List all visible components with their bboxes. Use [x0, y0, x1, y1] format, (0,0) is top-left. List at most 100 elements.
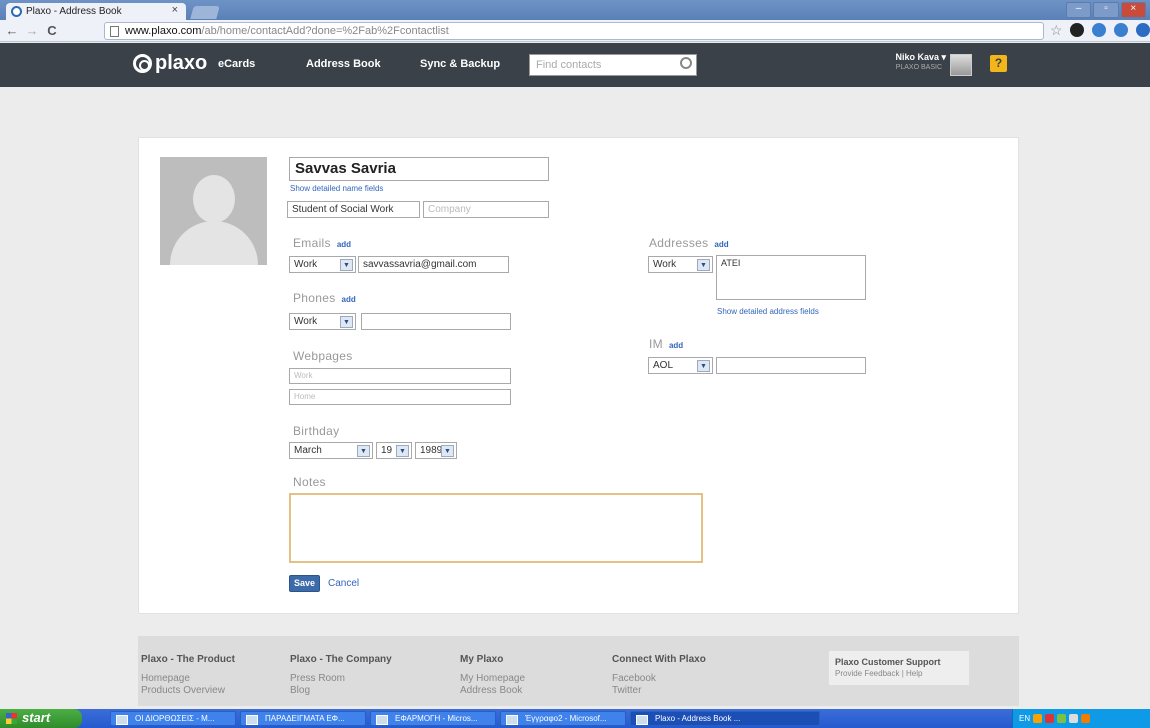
phone-field[interactable] [361, 313, 511, 330]
url-host: www.plaxo.com [125, 25, 202, 37]
url-bar[interactable]: www.plaxo.com/ab/home/contactAdd?done=%2… [104, 22, 1044, 40]
bookmark-star-icon[interactable]: ☆ [1050, 22, 1063, 39]
webpages-label: Webpages [293, 349, 353, 363]
help-icon[interactable]: ? [990, 55, 1007, 72]
company-field[interactable]: Company [423, 201, 549, 218]
email-field[interactable]: savvassavria@gmail.com [358, 256, 509, 273]
contact-edit-card: Savvas Savria Show detailed name fields … [138, 137, 1019, 614]
tab-close-icon[interactable]: × [172, 4, 178, 16]
chevron-down-icon: ▼ [396, 445, 409, 457]
webpage-home-field[interactable]: Home [289, 389, 511, 405]
webpage-work-field[interactable]: Work [289, 368, 511, 384]
url-path: /ab/home/contactAdd?done=%2Fab%2Fcontact… [201, 25, 449, 37]
phones-label: Phones [293, 291, 336, 305]
footer-link[interactable]: Press Room [290, 673, 392, 685]
im-field[interactable] [716, 357, 866, 374]
close-window-button[interactable]: × [1120, 2, 1146, 18]
birthday-month-select[interactable]: March ▼ [289, 442, 373, 459]
address-type-select[interactable]: Work ▼ [648, 256, 713, 273]
plaxo-favicon-icon [11, 6, 22, 17]
taskbar-item[interactable]: Έγγραφο2 - Microsof... [500, 711, 626, 726]
tray-icon[interactable] [1081, 714, 1091, 723]
footer-link[interactable]: Address Book [460, 685, 525, 697]
im-type-value: AOL [653, 360, 674, 371]
notes-textarea[interactable] [289, 493, 703, 563]
search-icon[interactable] [680, 57, 692, 69]
footer-link[interactable]: Blog [290, 685, 392, 697]
tray-icon[interactable] [1045, 714, 1055, 723]
save-button[interactable]: Save [289, 575, 320, 592]
addresses-heading: Addresses add [649, 236, 729, 250]
back-arrow-icon[interactable]: ← [4, 23, 20, 39]
customer-support-box: Plaxo Customer Support Provide Feedback … [828, 650, 970, 686]
language-indicator[interactable]: EN [1019, 714, 1030, 723]
user-menu[interactable]: Niko Kava ▾ [866, 52, 946, 63]
support-links[interactable]: Provide Feedback | Help [835, 668, 963, 680]
contact-photo[interactable] [160, 157, 267, 265]
email-type-select[interactable]: Work ▼ [289, 256, 356, 273]
browser-tab[interactable]: Plaxo - Address Book × [6, 3, 186, 20]
add-email-link[interactable]: add [337, 240, 351, 249]
footer-link[interactable]: Products Overview [141, 685, 235, 697]
new-tab-button[interactable] [190, 6, 220, 19]
taskbar-item[interactable]: ΠΑΡΑΔΕΙΓΜΑΤΑ ΕΦ... [240, 711, 366, 726]
extension-icon[interactable] [1136, 23, 1150, 37]
reload-icon[interactable]: C [44, 23, 60, 39]
footer-col-connect: Connect With Plaxo Facebook Twitter [612, 654, 706, 697]
nav-ecards[interactable]: eCards [218, 58, 255, 70]
logo-text: plaxo [155, 52, 208, 74]
footer-link[interactable]: Twitter [612, 685, 706, 697]
minimize-button[interactable]: – [1066, 2, 1092, 18]
chevron-down-icon: ▼ [441, 445, 454, 457]
extension-icon[interactable] [1092, 23, 1106, 37]
maximize-button[interactable]: ▫ [1093, 2, 1119, 18]
im-type-select[interactable]: AOL ▼ [648, 357, 713, 374]
footer-link[interactable]: Homepage [141, 673, 235, 685]
forward-arrow-icon[interactable]: → [24, 23, 40, 39]
plaxo-logo[interactable]: plaxo [133, 52, 207, 75]
show-address-fields-link[interactable]: Show detailed address fields [717, 307, 819, 316]
extension-icon[interactable] [1114, 23, 1128, 37]
title-field[interactable]: Student of Social Work [287, 201, 420, 218]
avatar[interactable] [950, 54, 972, 76]
footer-link[interactable]: Facebook [612, 673, 706, 685]
cancel-link[interactable]: Cancel [328, 578, 359, 589]
extension-icon[interactable] [1070, 23, 1084, 37]
email-type-value: Work [294, 259, 318, 270]
tray-icon[interactable] [1033, 714, 1043, 723]
address-textarea[interactable]: ATEI [716, 255, 866, 300]
nav-sync-backup[interactable]: Sync & Backup [420, 58, 500, 70]
browser-tab-strip: Plaxo - Address Book × – ▫ × [0, 0, 1150, 20]
tray-icon[interactable] [1069, 714, 1079, 723]
birthday-day-select[interactable]: 19 ▼ [376, 442, 412, 459]
footer-link[interactable]: My Homepage [460, 673, 525, 685]
chevron-down-icon: ▼ [340, 259, 353, 271]
birthday-month-value: March [294, 445, 322, 456]
nav-address-book[interactable]: Address Book [306, 58, 381, 70]
start-button[interactable]: start [0, 709, 82, 728]
birthday-year-select[interactable]: 1989 ▼ [415, 442, 457, 459]
emails-label: Emails [293, 236, 331, 250]
system-tray: EN [1012, 709, 1150, 728]
start-label: start [22, 710, 51, 725]
footer-heading: Connect With Plaxo [612, 654, 706, 665]
footer-col-company: Plaxo - The Company Press Room Blog [290, 654, 392, 697]
person-silhouette-icon [193, 175, 235, 223]
taskbar-item-active[interactable]: Plaxo - Address Book ... [630, 711, 820, 726]
tray-icon[interactable] [1057, 714, 1067, 723]
search-input[interactable]: Find contacts [529, 54, 697, 76]
plaxo-header: plaxo eCards Address Book Sync & Backup … [0, 43, 1150, 87]
search-placeholder: Find contacts [536, 59, 602, 71]
add-im-link[interactable]: add [669, 341, 683, 350]
phone-type-select[interactable]: Work ▼ [289, 313, 356, 330]
footer-heading: Plaxo - The Product [141, 654, 235, 665]
account-type: PLAXO BASIC [895, 64, 942, 71]
add-phone-link[interactable]: add [342, 295, 356, 304]
taskbar-item[interactable]: ΕΦΑΡΜΟΓΗ - Micros... [370, 711, 496, 726]
show-name-fields-link[interactable]: Show detailed name fields [290, 184, 383, 193]
birthday-day-value: 19 [381, 445, 393, 456]
footer-col-product: Plaxo - The Product Homepage Products Ov… [141, 654, 235, 697]
add-address-link[interactable]: add [714, 240, 728, 249]
name-field[interactable]: Savvas Savria [289, 157, 549, 181]
taskbar-item[interactable]: ΟΙ ΔΙΟΡΘΩΣΕΙΣ - Μ... [110, 711, 236, 726]
